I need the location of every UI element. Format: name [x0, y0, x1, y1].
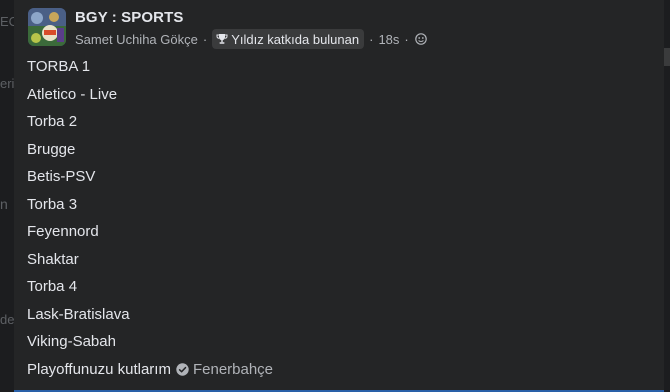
background-page-left: EC eri n de [0, 0, 18, 392]
post-meta-row: Samet Uchiha Gökçe · Yıldız katkıda bulu… [75, 29, 427, 49]
post-text-line: Lask-Bratislava [27, 305, 130, 323]
post-text-line: Torba 4 [27, 278, 78, 295]
closing-text: Playoffunuzu kutlarım [27, 360, 171, 378]
check-circle-icon [176, 362, 189, 376]
post-text-line: Brugge [27, 140, 76, 158]
post-text-line: Torba 2 [27, 113, 78, 130]
group-avatar-icon[interactable] [28, 8, 66, 46]
post-text-line: Torba 3 [27, 195, 78, 213]
trophy-icon [216, 34, 228, 44]
group-audience-icon[interactable] [414, 33, 427, 45]
meta-separator: · [369, 31, 374, 47]
meta-separator: · [404, 31, 409, 47]
post-text-line: Viking-Sabah [27, 333, 116, 350]
post-closing-line: Playoffunuzu kutlarım Fenerbahçe [27, 360, 627, 388]
background-text-fragment: eri [0, 76, 15, 91]
post-text-line: TORBA 1 [27, 58, 91, 75]
post-text-line: Atletico - Live [27, 85, 118, 103]
background-page-right [664, 0, 670, 392]
background-text-fragment: de [0, 312, 15, 327]
badge-label: Yıldız katkıda bulunan [231, 31, 360, 47]
contributor-badge[interactable]: Yıldız katkıda bulunan [212, 29, 365, 49]
background-text-fragment: n [0, 196, 8, 212]
post-card: BGY : SPORTS Samet Uchiha Gökçe · Yıldız… [14, 0, 664, 392]
post-text-line: Shaktar [27, 250, 79, 268]
meta-separator: · [202, 31, 208, 47]
post-body: TORBA 1 Atletico - Live Torba 2 Brugge B… [27, 57, 627, 387]
scrollbar-thumb[interactable] [664, 48, 670, 66]
tagged-name-link[interactable]: Fenerbahçe [193, 360, 273, 379]
post-text-line: Betis-PSV [27, 168, 96, 185]
post-timestamp[interactable]: 18s [378, 32, 399, 47]
author-name-link[interactable]: Samet Uchiha Gökçe [75, 32, 198, 47]
post-text-line: Feyennord [27, 223, 99, 240]
group-name-link[interactable]: BGY : SPORTS [75, 9, 183, 26]
